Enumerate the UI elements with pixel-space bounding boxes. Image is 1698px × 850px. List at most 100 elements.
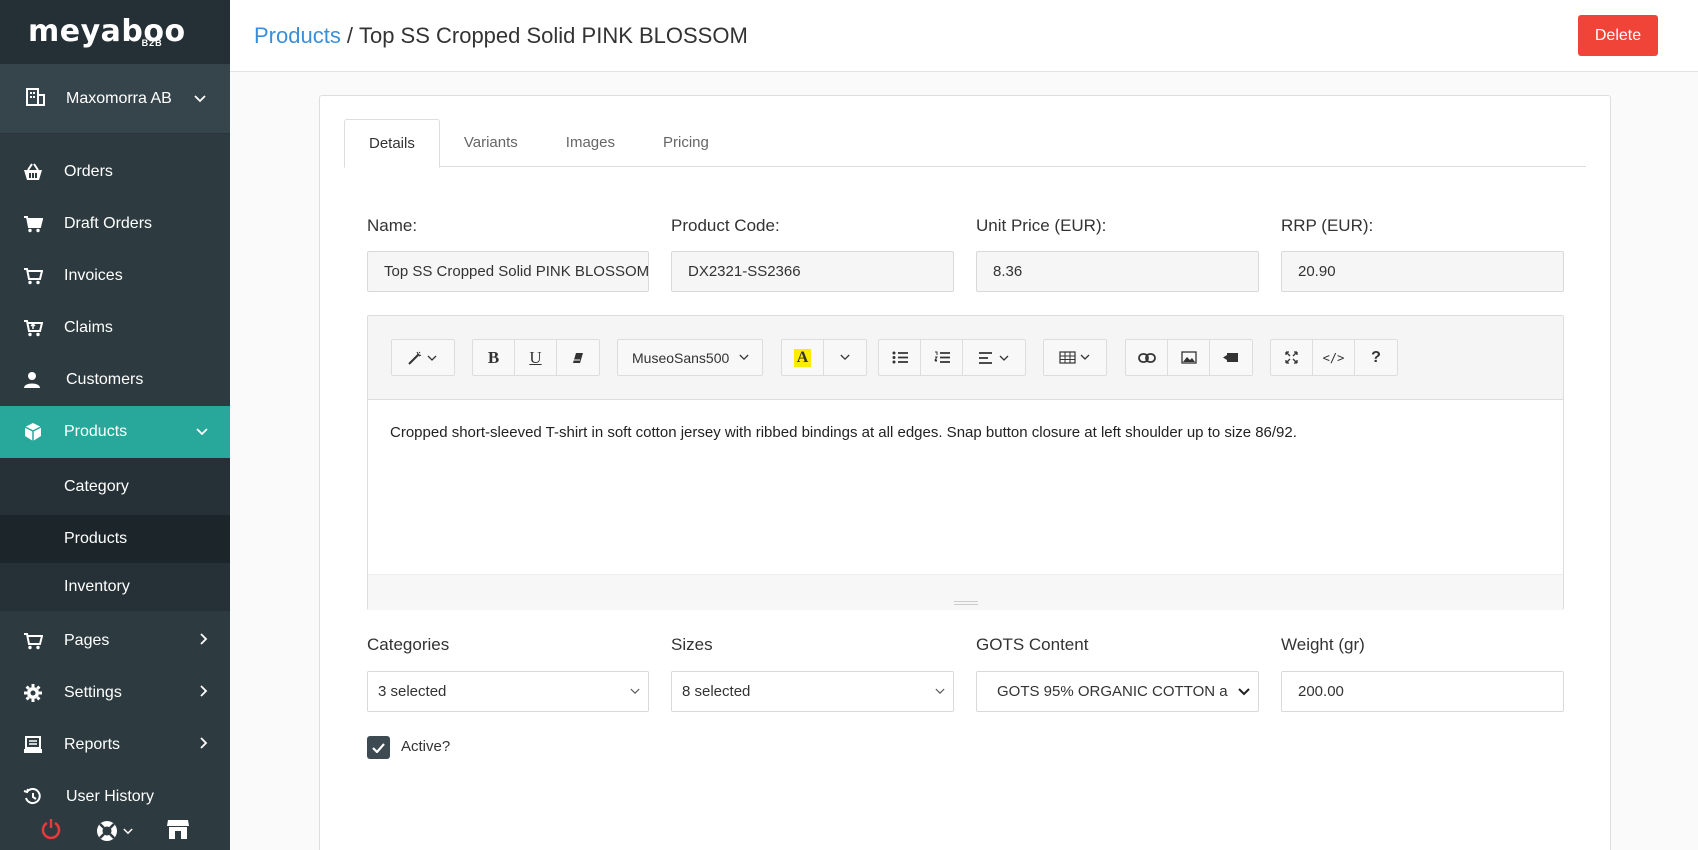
align-icon[interactable] xyxy=(963,340,1025,375)
cart-icon xyxy=(22,213,44,235)
chevron-down-icon xyxy=(196,423,208,441)
sidebar-item-label: Claims xyxy=(64,319,113,336)
sidebar-item-invoices[interactable]: Invoices xyxy=(0,250,230,302)
box-icon xyxy=(22,421,44,443)
chevron-down-icon xyxy=(194,90,206,108)
text-color-icon[interactable]: A xyxy=(782,340,824,375)
tab-pricing[interactable]: Pricing xyxy=(639,119,733,167)
tabs: Details Variants Images Pricing xyxy=(344,119,1586,168)
cart-return-icon xyxy=(22,317,44,339)
products-submenu: Category Products Inventory xyxy=(0,458,230,611)
unordered-list-icon[interactable] xyxy=(879,340,921,375)
sidebar-item-label: Draft Orders xyxy=(64,215,153,232)
editor-resize-bar[interactable] xyxy=(368,574,1563,610)
fullscreen-icon[interactable] xyxy=(1271,340,1313,375)
logo[interactable]: meyaboo B2B xyxy=(0,0,230,64)
sidebar-item-settings[interactable]: Settings xyxy=(0,667,230,719)
sidebar-item-claims[interactable]: Claims xyxy=(0,302,230,354)
sidebar-item-label: Products xyxy=(64,423,128,440)
tab-details[interactable]: Details xyxy=(344,119,440,168)
submenu-item-inventory[interactable]: Inventory xyxy=(0,563,230,611)
sidebar-item-orders[interactable]: Orders xyxy=(0,146,230,198)
sidebar-item-draft-orders[interactable]: Draft Orders xyxy=(0,198,230,250)
brand-sub: B2B xyxy=(141,38,163,48)
sidebar-item-label: Reports xyxy=(64,736,121,753)
tab-images[interactable]: Images xyxy=(542,119,639,167)
font-family-select[interactable]: MuseoSans500 xyxy=(618,340,762,375)
company-name: Maxomorra AB xyxy=(66,89,172,107)
sidebar-item-customers[interactable]: Customers xyxy=(0,354,230,406)
name-input[interactable]: Top SS Cropped Solid PINK BLOSSOM xyxy=(367,251,649,292)
cart-icon xyxy=(22,265,44,287)
sizes-value: 8 selected xyxy=(682,683,751,700)
sizes-select[interactable]: 8 selected xyxy=(671,671,954,712)
chevron-down-icon xyxy=(630,688,640,694)
support-icon[interactable] xyxy=(95,819,133,843)
table-group xyxy=(1043,339,1107,376)
chevron-right-icon xyxy=(200,684,208,702)
misc-group: </> ? xyxy=(1270,339,1398,376)
sidebar-item-label: Pages xyxy=(64,632,110,649)
sidebar-item-label: User History xyxy=(66,788,155,805)
tab-variants[interactable]: Variants xyxy=(440,119,542,167)
company-selector[interactable]: Maxomorra AB xyxy=(0,64,230,134)
breadcrumb-products-link[interactable]: Products xyxy=(254,23,341,49)
paragraph-group xyxy=(878,339,1026,376)
gots-content-label: GOTS Content xyxy=(976,635,1089,654)
chevron-down-icon[interactable] xyxy=(824,340,866,375)
sidebar-item-products[interactable]: Products xyxy=(0,406,230,458)
sidebar-item-reports[interactable]: Reports xyxy=(0,719,230,771)
delete-button[interactable]: Delete xyxy=(1578,15,1658,56)
power-icon[interactable] xyxy=(40,818,62,845)
description-content[interactable]: Cropped short-sleeved T-shirt in soft co… xyxy=(368,400,1563,574)
gear-icon xyxy=(22,682,44,704)
gots-content-select[interactable]: GOTS 95% ORGANIC COTTON a xyxy=(976,671,1259,712)
gots-content-value: GOTS 95% ORGANIC COTTON a xyxy=(997,683,1228,700)
ordered-list-icon[interactable] xyxy=(921,340,963,375)
breadcrumb-separator: / xyxy=(346,22,353,48)
history-icon xyxy=(22,786,44,808)
font-family-value: MuseoSans500 xyxy=(632,349,730,366)
code-view-icon[interactable]: </> xyxy=(1313,340,1355,375)
sidebar-item-label: Settings xyxy=(64,684,122,701)
help-icon[interactable]: ? xyxy=(1355,340,1397,375)
submenu-item-products[interactable]: Products xyxy=(0,515,230,563)
sidebar-footer xyxy=(0,812,230,850)
weight-input[interactable]: 200.00 xyxy=(1281,671,1564,712)
style-group xyxy=(391,339,455,376)
sidebar: meyaboo B2B Maxomorra AB Orders Draft Or… xyxy=(0,0,230,850)
check-icon xyxy=(372,742,385,753)
bold-icon[interactable]: B xyxy=(473,340,515,375)
video-icon[interactable] xyxy=(1210,340,1252,375)
product-code-label: Product Code: xyxy=(671,216,780,235)
magic-wand-icon[interactable] xyxy=(392,340,454,375)
sidebar-item-pages[interactable]: Pages xyxy=(0,615,230,667)
chevron-down-icon xyxy=(935,688,945,694)
product-card: Details Variants Images Pricing Name: Pr… xyxy=(319,95,1611,850)
user-icon xyxy=(22,369,44,391)
link-icon[interactable] xyxy=(1126,340,1168,375)
product-code-input[interactable]: DX2321-SS2366 xyxy=(671,251,954,292)
sidebar-item-label: Customers xyxy=(66,371,144,388)
sidebar-item-label: Invoices xyxy=(64,267,123,284)
underline-icon[interactable]: U xyxy=(515,340,557,375)
format-group: B U xyxy=(472,339,600,376)
unit-price-label: Unit Price (EUR): xyxy=(976,216,1107,235)
categories-select[interactable]: 3 selected xyxy=(367,671,649,712)
sidebar-item-label: Orders xyxy=(64,163,113,180)
eraser-icon[interactable] xyxy=(557,340,599,375)
table-icon[interactable] xyxy=(1044,340,1106,375)
unit-price-input[interactable]: 8.36 xyxy=(976,251,1259,292)
description-editor: B U MuseoSans500 A </> ? Cropped short-s… xyxy=(367,315,1564,610)
image-icon[interactable] xyxy=(1168,340,1210,375)
store-icon[interactable] xyxy=(166,818,190,845)
report-icon xyxy=(22,734,44,756)
submenu-item-category[interactable]: Category xyxy=(0,458,230,515)
editor-toolbar: B U MuseoSans500 A </> ? xyxy=(368,316,1563,400)
chevron-right-icon xyxy=(200,632,208,650)
resize-grip-icon[interactable] xyxy=(954,601,978,605)
active-checkbox[interactable] xyxy=(367,736,390,759)
rrp-input[interactable]: 20.90 xyxy=(1281,251,1564,292)
active-label: Active? xyxy=(401,738,451,755)
color-group: A xyxy=(781,339,867,376)
